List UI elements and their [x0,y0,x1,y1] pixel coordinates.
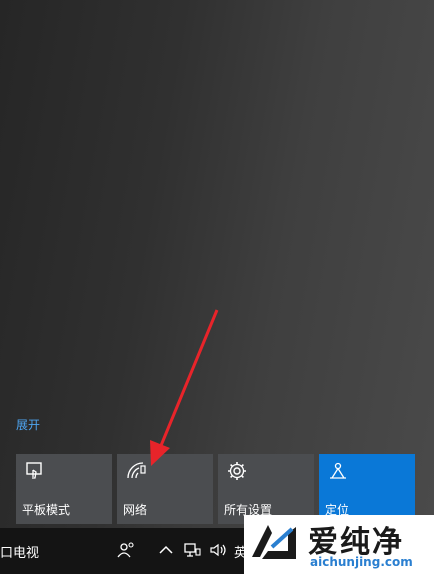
quick-action-all-settings[interactable]: 所有设置 [218,454,314,524]
taskbar-app-label[interactable]: 口电视 [0,542,39,561]
brand-logo-icon [252,525,296,559]
quick-action-network[interactable]: 网络 [117,454,213,524]
quick-action-location[interactable]: 定位 [319,454,415,524]
gear-icon [228,462,246,480]
network-status-icon[interactable] [182,540,202,560]
expand-link[interactable]: 展开 [16,416,40,433]
tablet-mode-icon [26,462,42,479]
tablet-mode-label: 平板模式 [22,503,71,517]
watermark: 爱纯净 aichunjing.com [244,515,434,574]
people-icon[interactable] [116,540,136,560]
location-icon [330,462,346,479]
chevron-up-icon[interactable] [156,540,176,560]
quick-action-tablet-mode[interactable]: 平板模式 [16,454,112,524]
action-center-panel: 展开 平板模式 网络 所有设置 定位 [0,0,434,528]
network-label: 网络 [123,503,148,517]
volume-icon[interactable] [208,540,228,560]
watermark-url: aichunjing.com [310,555,413,569]
network-icon [127,462,146,479]
